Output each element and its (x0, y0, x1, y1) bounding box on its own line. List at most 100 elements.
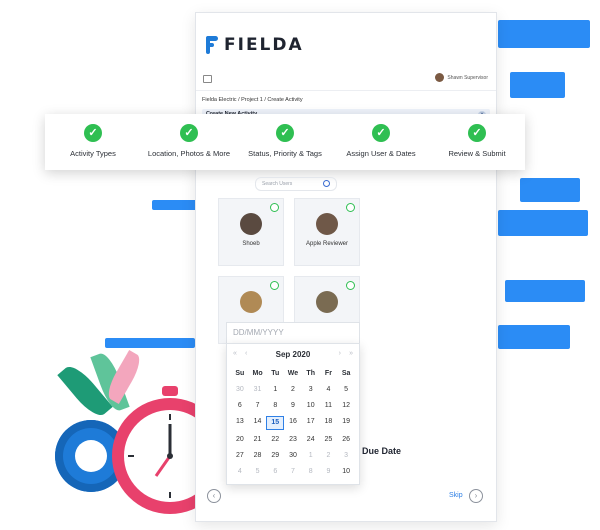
calendar-popup: « ‹ Sep 2020 › » Su Mo Tu We Th Fr Sa 30 31 1 2 3 4 5… (226, 343, 360, 485)
user-card[interactable]: Apple Reviewer (294, 198, 360, 266)
calendar-day[interactable]: 1 (266, 384, 284, 396)
user-menu[interactable]: Shawn Supervisor (435, 73, 488, 82)
calendar-day[interactable]: 17 (302, 416, 320, 428)
calendar-day[interactable]: 8 (266, 400, 284, 412)
weekday-label: Sa (341, 370, 351, 377)
calendar-day[interactable]: 7 (284, 466, 302, 478)
avatar (316, 291, 338, 313)
calendar-day[interactable]: 7 (249, 400, 267, 412)
decor-bar (520, 178, 580, 202)
calendar-day[interactable]: 6 (266, 466, 284, 478)
due-date-label: Due Date (362, 446, 402, 456)
logo-text: FIELDA (224, 35, 304, 55)
top-bar: Shawn Supervisor (196, 68, 496, 91)
calendar-day[interactable]: 9 (284, 400, 302, 412)
calendar-day[interactable]: 19 (337, 416, 355, 428)
calendar-day[interactable]: 4 (320, 384, 338, 396)
decor-bar (498, 325, 570, 349)
step-label: Location, Photos & More (147, 149, 231, 158)
next-button[interactable]: › (469, 489, 483, 503)
date-placeholder: DD/MM/YYYY (233, 328, 284, 337)
calendar-day[interactable]: 26 (337, 434, 355, 446)
calendar-day[interactable]: 20 (231, 434, 249, 446)
step-status[interactable]: ✓ Status, Priority & Tags (237, 114, 333, 170)
avatar (316, 213, 338, 235)
stepper: ✓ Activity Types ✓ Location, Photos & Mo… (45, 114, 525, 170)
search-placeholder: Search Users (262, 181, 293, 187)
decor-bar (498, 210, 588, 236)
avatar (240, 291, 262, 313)
calendar-day[interactable]: 13 (231, 416, 249, 428)
check-icon: ✓ (180, 124, 198, 142)
calendar-day[interactable]: 2 (320, 450, 338, 462)
calendar-day-selected[interactable]: 15 (266, 416, 285, 430)
calendar-day[interactable]: 10 (302, 400, 320, 412)
step-label: Activity Types (70, 149, 116, 158)
calendar-day[interactable]: 29 (266, 450, 284, 462)
decor-bar (152, 200, 197, 210)
next-month-icon[interactable]: › (339, 350, 341, 357)
check-icon: ✓ (372, 124, 390, 142)
decor-bar (105, 338, 195, 348)
logo-icon (206, 36, 218, 54)
calendar-day[interactable]: 18 (320, 416, 338, 428)
calendar-day[interactable]: 12 (337, 400, 355, 412)
calendar-day[interactable]: 14 (249, 416, 267, 428)
radio-button[interactable] (346, 281, 355, 290)
calendar-day[interactable]: 2 (284, 384, 302, 396)
step-label: Assign User & Dates (346, 149, 416, 158)
calendar-day[interactable]: 10 (337, 466, 355, 478)
check-icon: ✓ (84, 124, 102, 142)
step-assign[interactable]: ✓ Assign User & Dates (333, 114, 429, 170)
radio-button[interactable] (270, 281, 279, 290)
calendar-day[interactable]: 24 (302, 434, 320, 446)
date-input[interactable]: DD/MM/YYYY (226, 322, 360, 344)
skip-button[interactable]: Skip (449, 492, 463, 499)
step-activity-types[interactable]: ✓ Activity Types (45, 114, 141, 170)
back-button[interactable]: ‹ (207, 489, 221, 503)
avatar (240, 213, 262, 235)
user-card[interactable]: Shoeb (218, 198, 284, 266)
user-card-name: Apple Reviewer (305, 241, 349, 247)
check-icon: ✓ (468, 124, 486, 142)
avatar (435, 73, 445, 82)
breadcrumb: Fielda Electric / Project 1 / Create Act… (202, 97, 303, 103)
search-icon (323, 180, 330, 187)
calendar-day[interactable]: 4 (231, 466, 249, 478)
calendar-day[interactable]: 30 (284, 450, 302, 462)
calendar-day[interactable]: 30 (231, 384, 249, 396)
calendar-day[interactable]: 27 (231, 450, 249, 462)
search-input[interactable]: Search Users (255, 177, 337, 191)
weekday-label: Su (235, 370, 245, 377)
calendar-day[interactable]: 11 (320, 400, 338, 412)
weekday-label: Fr (324, 370, 332, 377)
weekday-label: Mo (252, 370, 263, 377)
calendar-day[interactable]: 21 (249, 434, 267, 446)
calendar-day[interactable]: 16 (284, 416, 302, 428)
step-location[interactable]: ✓ Location, Photos & More (141, 114, 237, 170)
radio-button[interactable] (270, 203, 279, 212)
calendar-day[interactable]: 25 (320, 434, 338, 446)
calendar-grid: Su Mo Tu We Th Fr Sa 30 31 1 2 3 4 5 6 7 8 9 10 11 12 13 14 15 1… (231, 368, 355, 478)
step-review[interactable]: ✓ Review & Submit (429, 114, 525, 170)
calendar-day[interactable]: 5 (249, 466, 267, 478)
calendar-day[interactable]: 5 (337, 384, 355, 396)
calendar-day[interactable]: 22 (266, 434, 284, 446)
weekday-label: Th (306, 370, 315, 377)
calendar-day[interactable]: 31 (249, 384, 267, 396)
calendar-day[interactable]: 8 (302, 466, 320, 478)
calendar-day[interactable]: 9 (320, 466, 338, 478)
calendar-day[interactable]: 28 (249, 450, 267, 462)
calendar-day[interactable]: 23 (284, 434, 302, 446)
next-year-icon[interactable]: » (349, 350, 353, 357)
calendar-day[interactable]: 1 (302, 450, 320, 462)
radio-button[interactable] (346, 203, 355, 212)
user-card-name: Shoeb (242, 241, 260, 247)
step-label: Status, Priority & Tags (248, 149, 322, 158)
calendar-day[interactable]: 6 (231, 400, 249, 412)
decor-bar (498, 20, 590, 48)
calendar-day[interactable]: 3 (337, 450, 355, 462)
calendar-day[interactable]: 3 (302, 384, 320, 396)
menu-icon[interactable] (203, 75, 212, 83)
weekday-label: We (287, 370, 299, 377)
